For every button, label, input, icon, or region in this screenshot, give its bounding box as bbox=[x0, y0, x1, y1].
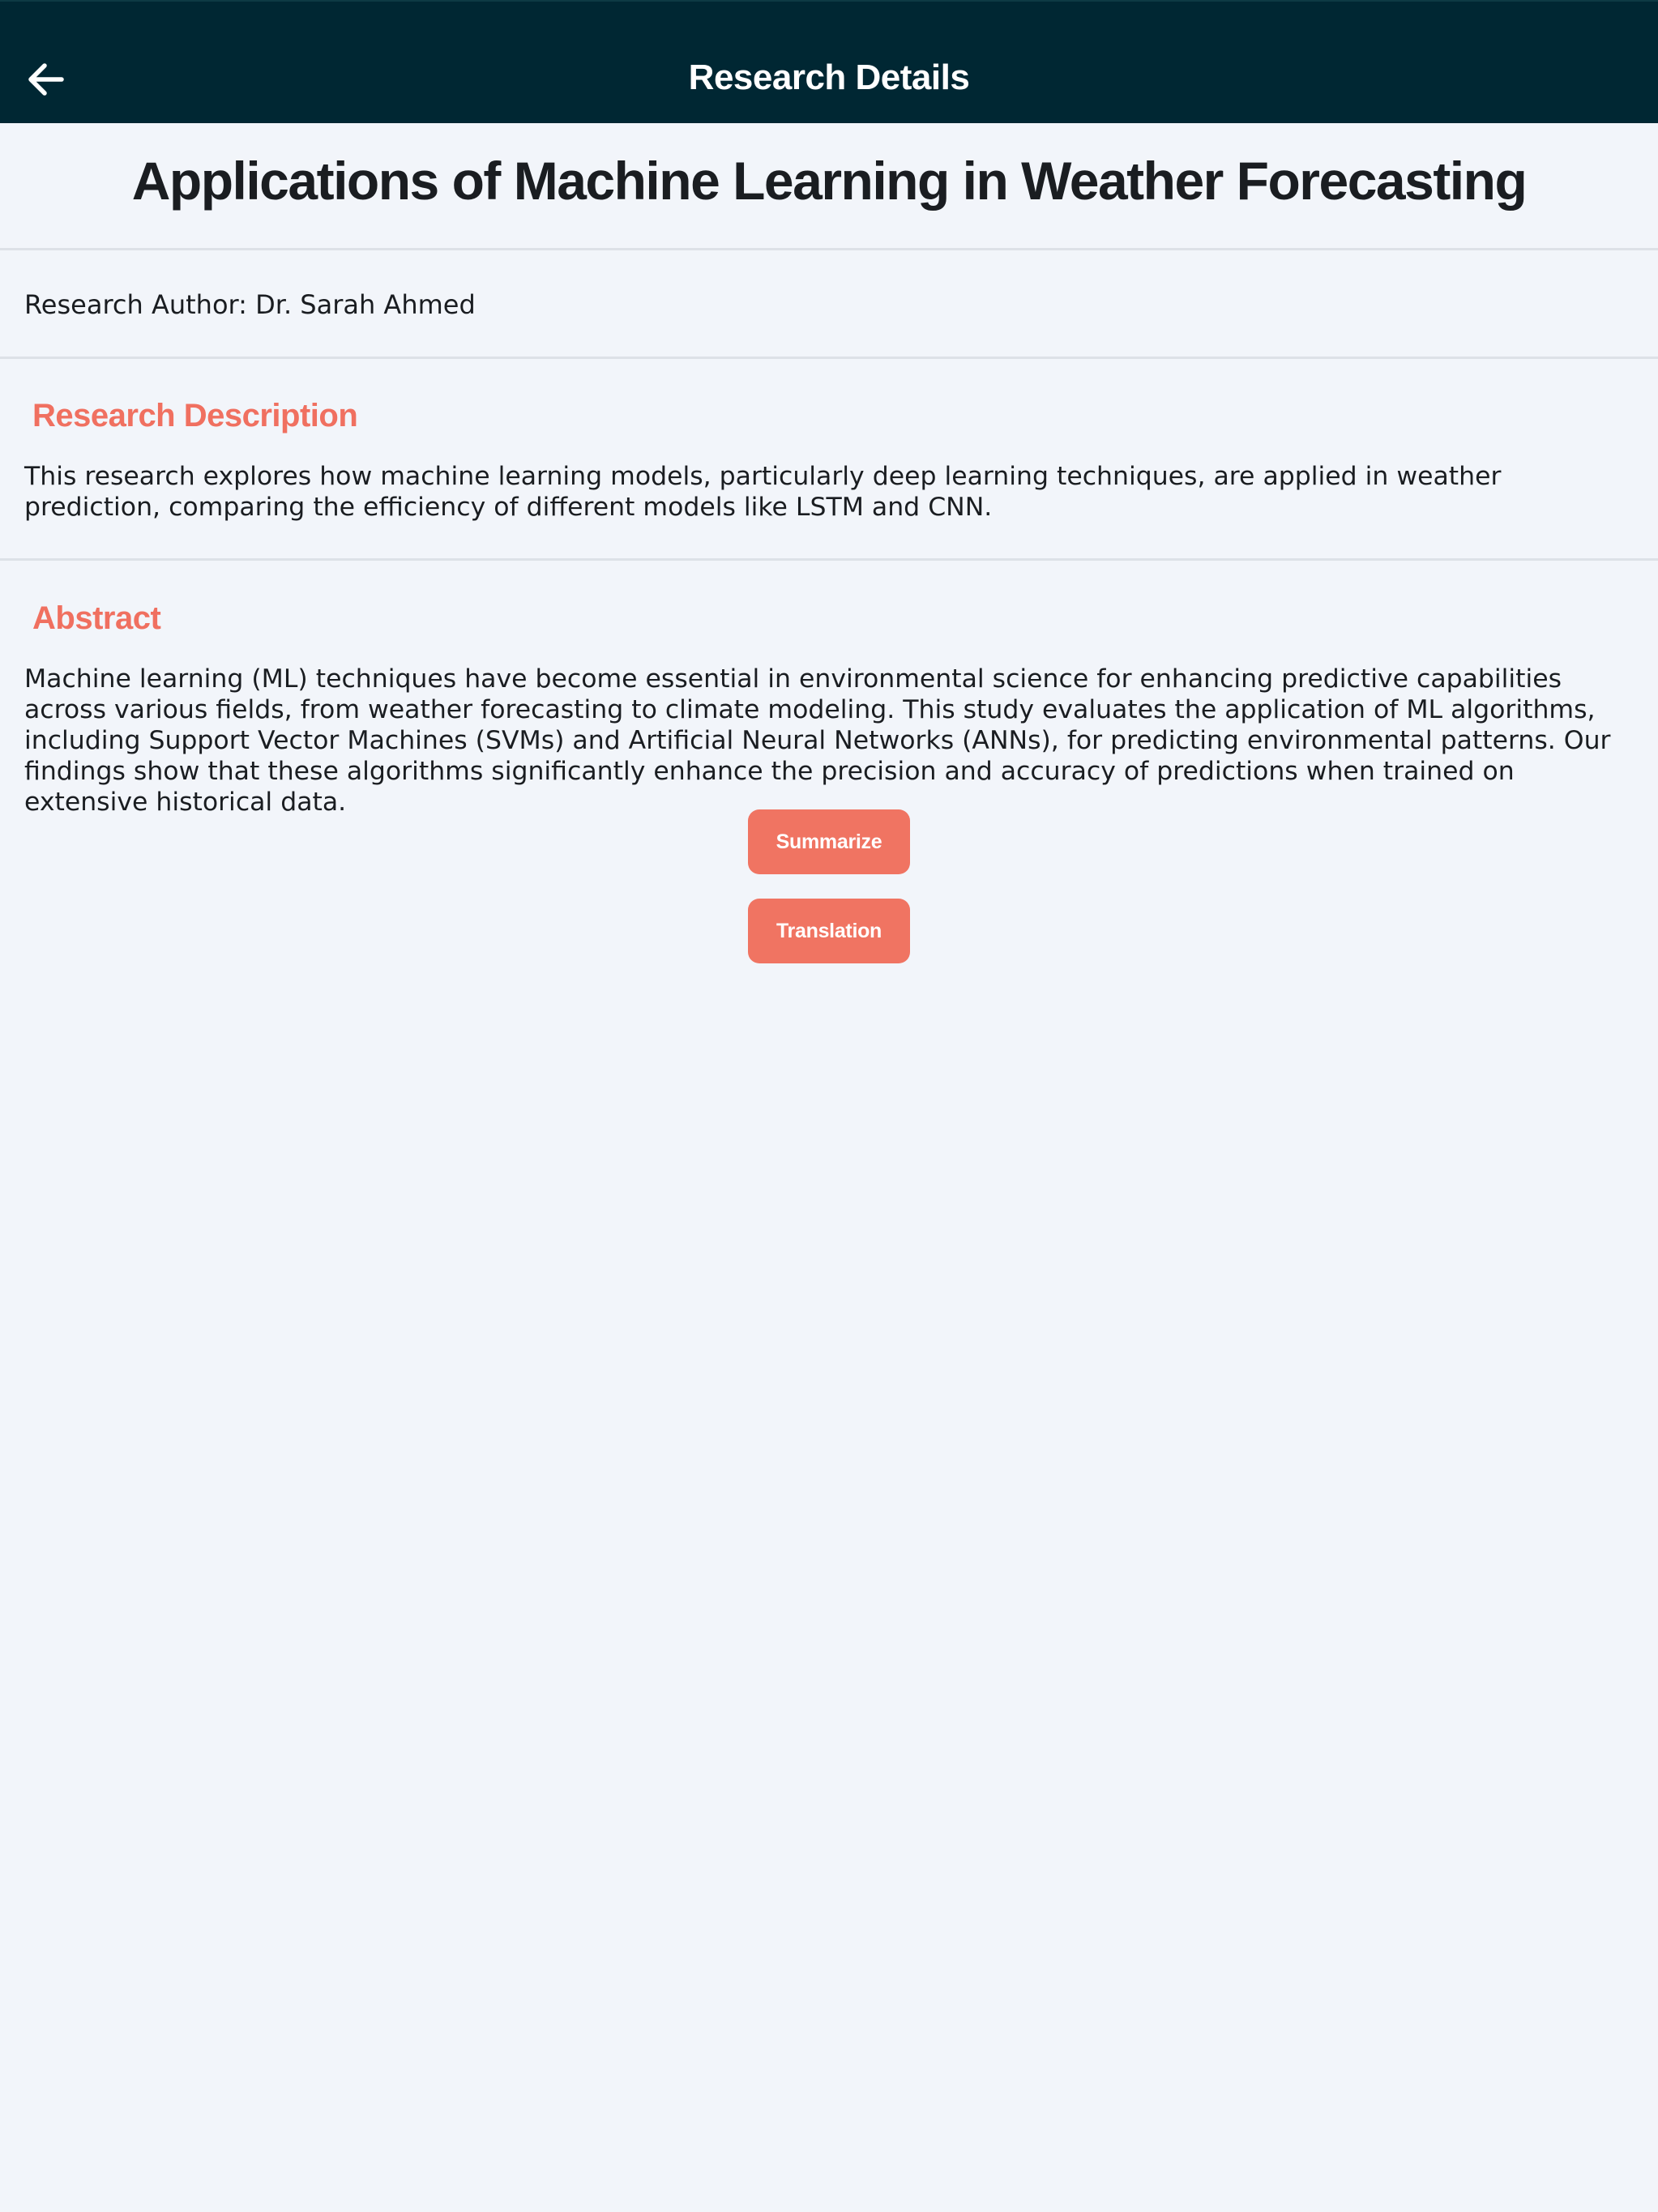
abstract-heading: Abstract bbox=[32, 600, 161, 636]
app-bar: Research Details bbox=[0, 0, 1658, 123]
divider bbox=[0, 248, 1658, 250]
research-author: Research Author: Dr. Sarah Ahmed bbox=[24, 289, 476, 320]
research-title: Applications of Machine Learning in Weat… bbox=[131, 151, 1528, 211]
divider bbox=[0, 558, 1658, 561]
research-description: This research explores how machine learn… bbox=[24, 462, 1502, 522]
summarize-button[interactable]: Summarize bbox=[748, 809, 910, 874]
app-bar-title: Research Details bbox=[688, 58, 970, 97]
research-abstract: Machine learning (ML) techniques have be… bbox=[24, 664, 1611, 817]
divider bbox=[0, 357, 1658, 359]
description-heading: Research Description bbox=[32, 398, 358, 433]
translation-button[interactable]: Translation bbox=[748, 899, 910, 963]
